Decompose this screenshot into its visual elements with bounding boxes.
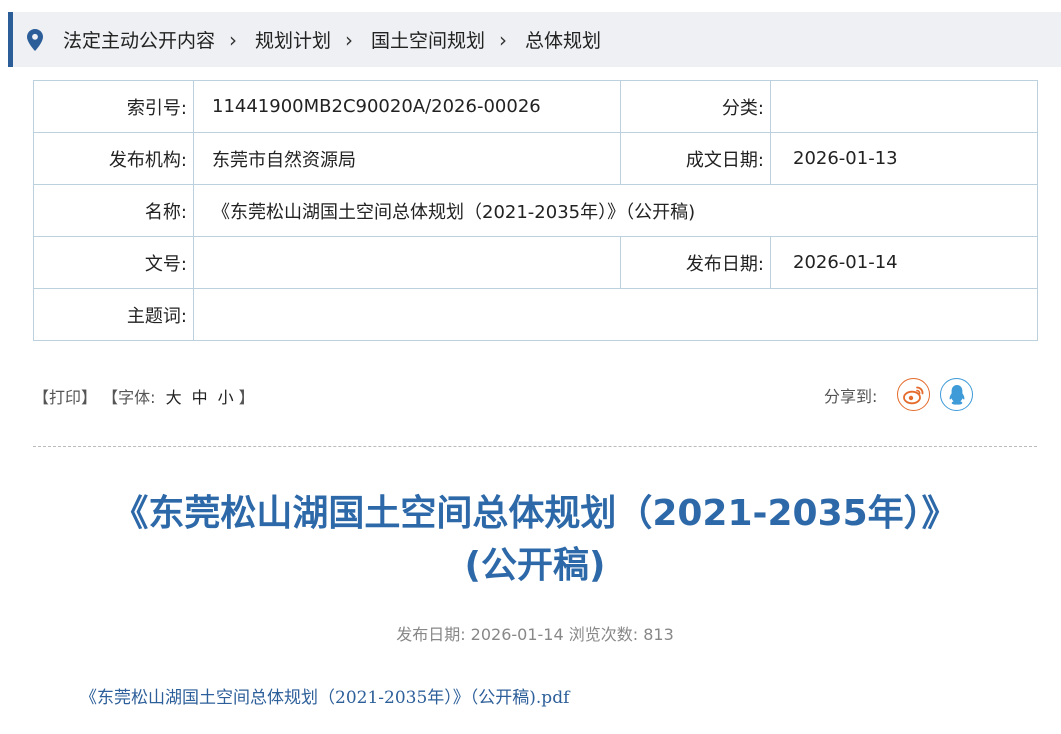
qq-icon[interactable] [940, 378, 974, 411]
pub-date-label: 发布日期: [620, 236, 771, 289]
article-meta: 发布日期: 2026-01-14 浏览次数: 813 [396, 625, 674, 644]
breadcrumb-item-plans[interactable]: 规划计划 [255, 26, 331, 53]
breadcrumb-item-spatial-planning[interactable]: 国土空间规划 [371, 26, 485, 53]
article-title-line2: (公开稿) [464, 545, 606, 586]
font-large-button[interactable]: 大 [166, 388, 182, 407]
dashed-divider [33, 446, 1037, 447]
chevron-right-icon: › [345, 27, 354, 52]
article-tools: 【打印】 【字体: 大中小】 [33, 384, 255, 408]
index-label: 索引号: [33, 80, 194, 133]
location-pin-icon [27, 28, 43, 51]
article-title: 《东莞松山湖国土空间总体规划（2021-2035年）》 (公开稿) [33, 488, 1037, 592]
info-row-index: 索引号: 11441900MB2C90020A/2026-00026 分类: [33, 80, 1038, 133]
keywords-value [193, 288, 1038, 341]
name-label: 名称: [33, 184, 194, 237]
category-value [770, 80, 1038, 133]
breadcrumb-item-public-content[interactable]: 法定主动公开内容 [63, 26, 215, 53]
chevron-right-icon: › [499, 27, 508, 52]
document-info-table: 索引号: 11441900MB2C90020A/2026-00026 分类: 发… [33, 80, 1038, 341]
chevron-right-icon: › [229, 27, 238, 52]
breadcrumb-item-master-plan[interactable]: 总体规划 [525, 26, 601, 53]
breadcrumb: 法定主动公开内容 › 规划计划 › 国土空间规划 › 总体规划 [8, 12, 1061, 67]
share-bar: 分享到: [824, 378, 974, 411]
font-medium-button[interactable]: 中 [192, 388, 208, 407]
font-size-suffix: 】 [238, 388, 255, 407]
info-row-doc-no: 文号: 发布日期: 2026-01-14 [33, 236, 1038, 289]
index-value: 11441900MB2C90020A/2026-00026 [193, 80, 621, 133]
share-label: 分享到: [824, 386, 878, 406]
name-value: 《东莞松山湖国土空间总体规划（2021-2035年）》（公开稿) [193, 184, 1038, 237]
doc-no-label: 文号: [33, 236, 194, 289]
info-row-name: 名称: 《东莞松山湖国土空间总体规划（2021-2035年）》（公开稿) [33, 184, 1038, 237]
print-button[interactable]: 【打印】 [33, 388, 97, 407]
font-small-button[interactable]: 小 [218, 388, 234, 407]
doc-no-value [193, 236, 621, 289]
weibo-icon[interactable] [897, 378, 931, 411]
font-size-prefix: 【字体: [102, 388, 161, 407]
info-row-publisher: 发布机构: 东莞市自然资源局 成文日期: 2026-01-13 [33, 132, 1038, 185]
doc-date-value: 2026-01-13 [770, 132, 1038, 185]
keywords-label: 主题词: [33, 288, 194, 341]
publisher-label: 发布机构: [33, 132, 194, 185]
attachment-pdf-link[interactable]: 《东莞松山湖国土空间总体规划（2021-2035年）》（公开稿).pdf [80, 683, 569, 708]
info-row-keywords: 主题词: [33, 288, 1038, 341]
doc-date-label: 成文日期: [620, 132, 771, 185]
publisher-value: 东莞市自然资源局 [193, 132, 621, 185]
article-title-line1: 《东莞松山湖国土空间总体规划（2021-2035年）》 [112, 493, 958, 534]
pub-date-value: 2026-01-14 [770, 236, 1038, 289]
category-label: 分类: [620, 80, 771, 133]
